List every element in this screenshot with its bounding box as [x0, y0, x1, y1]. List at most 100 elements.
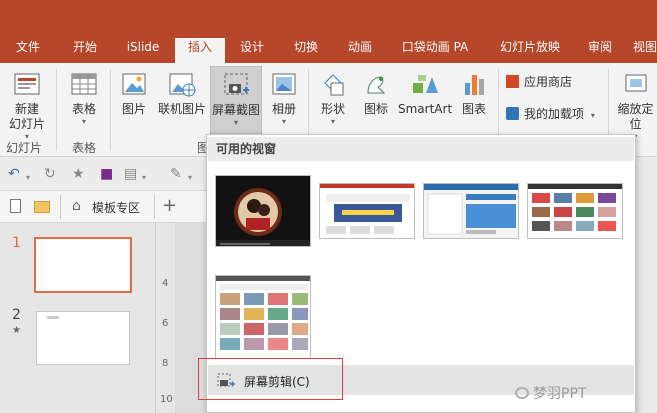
- thumb-text: [47, 316, 59, 319]
- quick-access-toolbar: ↶ ▾ ↻ ★ ■ ▤ ▾ ✎ ▾: [0, 157, 210, 191]
- chart-button[interactable]: 图表: [456, 69, 492, 117]
- window-thumbnail[interactable]: [215, 175, 311, 247]
- tab-view[interactable]: 视图: [630, 38, 657, 63]
- chevron-down-icon: ▾: [81, 117, 86, 126]
- window-preview: [424, 184, 518, 238]
- chevron-down-icon: ▾: [330, 117, 335, 126]
- chevron-down-icon: ▾: [590, 111, 595, 120]
- ruler-label: 8: [162, 358, 169, 369]
- icons-label: 图标: [363, 102, 388, 116]
- shapes-button[interactable]: 形状 ▾: [314, 69, 352, 126]
- tab-transitions[interactable]: 切换: [284, 38, 328, 63]
- zoom-label-2: 位: [629, 117, 642, 131]
- new-slide-icon: [14, 73, 40, 95]
- weibo-icon: [515, 387, 529, 399]
- ribbon-tab-bar: 文件 开始 iSlide 插入 设计 切换 动画 口袋动画 PA 幻灯片放映 审…: [0, 0, 657, 63]
- tab-islide[interactable]: iSlide: [118, 38, 168, 63]
- zoom-label: 缩放定: [617, 102, 654, 116]
- picture-button[interactable]: 图片: [114, 69, 154, 117]
- divider: [154, 195, 155, 219]
- slide-thumbnail-1[interactable]: [34, 237, 132, 293]
- undo-icon[interactable]: ↶: [8, 166, 20, 182]
- slide-number: 2: [12, 307, 21, 323]
- star-icon[interactable]: ★: [72, 166, 85, 182]
- screenshot-icon: [224, 73, 249, 95]
- icons-button[interactable]: 图标: [356, 69, 396, 117]
- animation-star-icon: ★: [12, 325, 21, 336]
- tab-design[interactable]: 设计: [230, 38, 274, 63]
- ruler-label: 4: [162, 278, 169, 289]
- zoom-button[interactable]: 缩放定 位 ▾: [614, 69, 657, 141]
- window-thumbnail[interactable]: [423, 183, 519, 239]
- group-label-slides: 幻灯片: [6, 141, 43, 155]
- home-icon: ⌂: [72, 198, 81, 214]
- window-preview: [216, 176, 310, 246]
- picture-icon: [122, 73, 146, 95]
- tab-slideshow[interactable]: 幻灯片放映: [490, 38, 570, 63]
- chevron-down-icon[interactable]: ▾: [26, 170, 30, 186]
- watermark: 梦羽PPT: [515, 383, 586, 403]
- tab-animations[interactable]: 动画: [338, 38, 382, 63]
- online-picture-label: 联机图片: [157, 102, 206, 116]
- slide-thumbnail-2[interactable]: [36, 311, 130, 365]
- smartart-icon: [413, 75, 438, 93]
- tab-review[interactable]: 审阅: [580, 38, 620, 63]
- highlight-box: [198, 358, 343, 400]
- app-store-label: 应用商店: [524, 75, 573, 89]
- chevron-down-icon[interactable]: ▾: [142, 170, 146, 186]
- ruler-label: 10: [160, 394, 173, 405]
- slide-thumbnail-panel: 1 2 ★: [0, 223, 155, 413]
- chart-label: 图表: [461, 102, 486, 116]
- smartart-label: SmartArt: [398, 102, 453, 116]
- new-slide-label: 新建: [14, 102, 39, 116]
- smartart-button[interactable]: SmartArt: [398, 69, 452, 117]
- print-icon[interactable]: ▤: [124, 166, 137, 182]
- window-thumbnail[interactable]: [319, 183, 415, 239]
- window-preview: [320, 184, 414, 238]
- window-thumbnail[interactable]: [215, 275, 311, 359]
- chevron-down-icon: ▾: [281, 117, 286, 126]
- new-file-icon[interactable]: [10, 199, 21, 213]
- group-divider: [56, 69, 57, 151]
- slide-number: 1: [12, 235, 21, 251]
- shapes-label: 形状: [320, 102, 345, 116]
- chevron-down-icon: ▾: [233, 118, 238, 127]
- new-slide-button[interactable]: 新建 幻灯片 ▾: [4, 69, 50, 141]
- add-tab-icon[interactable]: +: [162, 195, 177, 216]
- window-preview: [528, 184, 622, 238]
- app-store-button[interactable]: 应用商店: [506, 75, 606, 90]
- tab-pocket-animation[interactable]: 口袋动画 PA: [395, 38, 475, 63]
- divider: [60, 195, 61, 219]
- tab-home[interactable]: 开始: [62, 38, 108, 63]
- table-button[interactable]: 表格 ▾: [64, 69, 104, 126]
- vertical-ruler: 4 6 8 10: [155, 223, 175, 413]
- screenshot-label: 屏幕截图: [211, 103, 260, 117]
- save-icon[interactable]: ■: [100, 166, 113, 182]
- redo-icon[interactable]: ↻: [44, 166, 56, 182]
- online-picture-icon: [169, 73, 196, 97]
- album-label: 相册: [271, 102, 296, 116]
- format-painter-icon[interactable]: ✎: [170, 166, 182, 182]
- document-tab-bar: ⌂ 模板专区 +: [0, 191, 210, 223]
- tab-file[interactable]: 文件: [6, 38, 50, 63]
- shapes-icon: [324, 74, 344, 96]
- folder-icon[interactable]: [34, 201, 50, 213]
- watermark-text: 梦羽PPT: [533, 386, 587, 402]
- tab-insert[interactable]: 插入: [175, 38, 225, 63]
- ruler-label: 6: [162, 318, 169, 329]
- addins-icon: [506, 107, 519, 120]
- doc-tab-label[interactable]: 模板专区: [92, 199, 140, 216]
- album-button[interactable]: 相册 ▾: [265, 69, 303, 126]
- window-thumbnail[interactable]: [527, 183, 623, 239]
- group-label-table: 表格: [72, 141, 97, 155]
- chart-icon: [465, 75, 484, 95]
- my-addins-label: 我的加载项: [524, 107, 585, 121]
- album-icon: [272, 73, 296, 95]
- chevron-down-icon[interactable]: ▾: [188, 170, 192, 186]
- online-picture-button[interactable]: 联机图片: [157, 69, 207, 117]
- zoom-icon: [625, 74, 646, 92]
- store-icon: [506, 75, 519, 88]
- screenshot-button[interactable]: 屏幕截图 ▾: [210, 66, 262, 134]
- my-addins-button[interactable]: 我的加载项 ▾: [506, 107, 606, 123]
- new-slide-label-2: 幻灯片: [8, 117, 45, 131]
